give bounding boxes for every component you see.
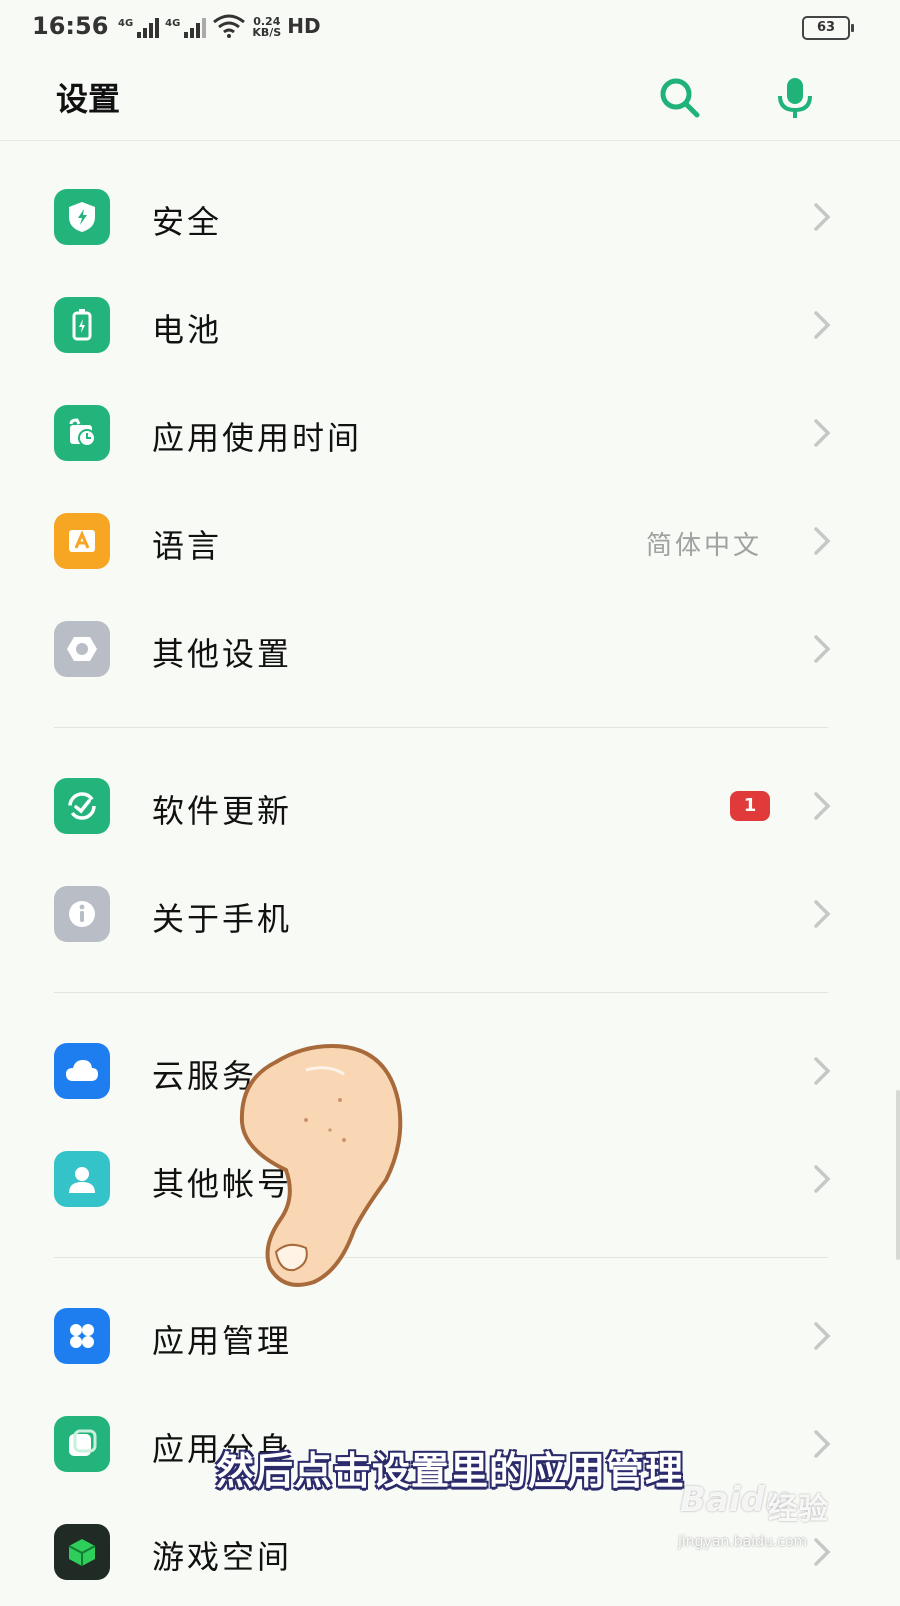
more-settings-icon xyxy=(54,621,110,677)
settings-item-software-update[interactable]: 软件更新 1 xyxy=(0,752,900,860)
settings-item-other-accounts[interactable]: 其他帐号 xyxy=(0,1125,900,1233)
watermark-cn: 经验 xyxy=(768,1492,828,1527)
settings-item-security[interactable]: 安全 xyxy=(0,163,900,271)
baidu-jingyan-watermark: Baidu 经验 jingyan.baidu.com xyxy=(676,1480,856,1580)
status-bar: 16:56 4G 4G 0.24 KB/S HD 63 xyxy=(0,0,900,56)
battery-icon xyxy=(54,297,110,353)
chevron-right-icon xyxy=(814,203,831,231)
settings-item-language[interactable]: 语言 简体中文 xyxy=(0,487,900,595)
chevron-right-icon xyxy=(814,792,831,820)
settings-header: 设置 xyxy=(0,56,900,141)
settings-item-cloud-service[interactable]: 云服务 xyxy=(0,1017,900,1125)
settings-item-label: 软件更新 xyxy=(152,792,293,830)
update-count-badge: 1 xyxy=(730,791,770,821)
settings-item-app-usage-time[interactable]: 应用使用时间 xyxy=(0,379,900,487)
network-type-label: 4G xyxy=(118,18,134,29)
settings-item-label: 其他设置 xyxy=(152,635,293,673)
watermark-url: jingyan.baidu.com xyxy=(678,1534,808,1550)
current-language-value: 简体中文 xyxy=(645,531,762,561)
status-time: 16:56 xyxy=(32,12,109,40)
chevron-right-icon xyxy=(814,900,831,928)
chevron-right-icon xyxy=(814,1165,831,1193)
battery-indicator: 63 xyxy=(802,16,854,40)
chevron-right-icon xyxy=(814,1322,831,1350)
settings-item-label: 安全 xyxy=(152,203,223,241)
info-icon xyxy=(54,886,110,942)
network-status: 4G 4G 0.24 KB/S HD xyxy=(118,14,321,38)
hd-indicator: HD xyxy=(287,14,321,38)
chevron-right-icon xyxy=(814,419,831,447)
shield-icon xyxy=(54,189,110,245)
pointing-finger-icon xyxy=(239,1043,403,1287)
settings-item-label: 应用使用时间 xyxy=(152,419,363,457)
app-grid-icon xyxy=(54,1308,110,1364)
network-type-label: 4G xyxy=(165,18,181,29)
chevron-right-icon xyxy=(814,311,831,339)
chevron-right-icon xyxy=(814,527,831,555)
settings-item-label: 电池 xyxy=(152,311,223,349)
wifi-icon xyxy=(213,14,246,38)
signal-icon-sim2: 4G xyxy=(165,18,207,38)
game-cube-icon xyxy=(54,1524,110,1580)
update-icon xyxy=(54,778,110,834)
page-title: 设置 xyxy=(56,80,121,118)
settings-item-other-settings[interactable]: 其他设置 xyxy=(0,595,900,703)
language-icon xyxy=(54,513,110,569)
chevron-right-icon xyxy=(814,635,831,663)
settings-item-battery[interactable]: 电池 xyxy=(0,271,900,379)
settings-item-about-phone[interactable]: 关于手机 xyxy=(0,860,900,968)
usage-clock-icon xyxy=(54,405,110,461)
net-speed-unit: KB/S xyxy=(252,26,282,39)
settings-list: 安全 电池 应用使用时间 语言 简体中文 其他设置 软件更新 1 关于手机 云服… xyxy=(0,141,900,1606)
settings-item-label: 关于手机 xyxy=(152,900,293,938)
signal-icon-sim1: 4G xyxy=(118,18,160,38)
settings-item-app-management[interactable]: 应用管理 xyxy=(0,1282,900,1390)
microphone-icon[interactable] xyxy=(770,72,820,122)
settings-item-label: 应用管理 xyxy=(152,1322,293,1360)
chevron-right-icon xyxy=(814,1057,831,1085)
net-speed: 0.24 KB/S xyxy=(252,16,281,38)
settings-item-label: 游戏空间 xyxy=(152,1538,293,1576)
settings-item-label: 语言 xyxy=(152,527,223,565)
account-icon xyxy=(54,1151,110,1207)
cloud-icon xyxy=(54,1043,110,1099)
scrollbar[interactable] xyxy=(896,1090,900,1260)
search-icon[interactable] xyxy=(654,72,704,122)
